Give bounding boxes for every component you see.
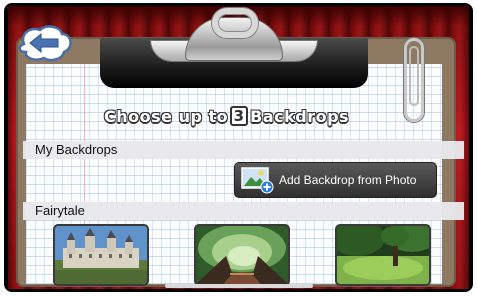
home-indicator <box>165 284 313 288</box>
page-title: Choose up to 3 Backdrops <box>104 104 384 128</box>
add-backdrop-from-photo-button[interactable]: Add Backdrop from Photo <box>234 162 437 198</box>
back-button[interactable] <box>14 22 76 64</box>
back-arrow-icon <box>18 25 72 62</box>
add-backdrop-label: Add Backdrop from Photo <box>279 173 417 187</box>
backdrop-thumbnail-castle[interactable] <box>53 224 149 286</box>
section-label: Fairytale <box>35 203 85 218</box>
title-prefix: Choose up to <box>104 106 229 126</box>
clipboard-clip-ring <box>212 8 258 38</box>
section-header-fairytale: Fairytale <box>23 202 464 220</box>
meadow-tree-image <box>337 226 429 284</box>
castle-image <box>55 226 147 284</box>
backdrop-thumbnail-meadow[interactable] <box>335 224 431 286</box>
tree-tunnel-image <box>196 226 288 284</box>
section-header-my-backdrops: My Backdrops <box>23 141 464 159</box>
backdrop-thumbnail-tree-tunnel[interactable] <box>194 224 290 286</box>
add-photo-icon <box>241 167 274 194</box>
title-suffix: Backdrops <box>250 106 350 126</box>
paperclip-inner <box>409 46 419 106</box>
section-label: My Backdrops <box>35 142 118 157</box>
title-count-badge: 3 <box>230 106 249 126</box>
